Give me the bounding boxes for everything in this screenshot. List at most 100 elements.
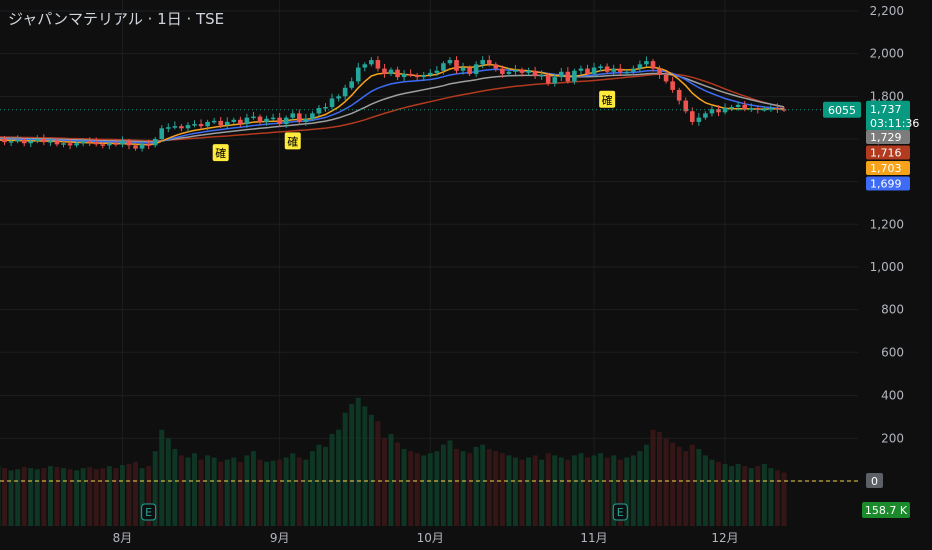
volume-bar — [467, 453, 473, 526]
candle-body — [447, 60, 453, 64]
candle-body — [166, 127, 171, 129]
y-tick-label: 1,200 — [870, 217, 904, 231]
volume-bar — [205, 455, 211, 526]
volume-bar — [578, 453, 584, 526]
candle-body — [696, 117, 702, 122]
volume-bar — [427, 453, 433, 526]
candle-body — [41, 138, 47, 143]
volume-bar — [198, 459, 204, 526]
candle-body — [637, 64, 643, 69]
volume-bar — [100, 468, 106, 526]
candle-body — [264, 118, 269, 122]
candle-body — [742, 104, 747, 110]
volume-bar — [375, 421, 381, 526]
y-tick-label: 2,000 — [870, 47, 904, 61]
countdown-label: 03:11:36 — [870, 117, 919, 130]
volume-bar — [106, 466, 112, 526]
candle-body — [722, 108, 728, 113]
volume-bar — [349, 404, 355, 526]
candle-body — [578, 68, 584, 71]
volume-bar — [414, 453, 420, 526]
volume-bar — [178, 455, 184, 526]
volume-bar — [244, 455, 250, 526]
candle-body — [310, 113, 315, 119]
volume-bar — [526, 457, 532, 526]
candle-body — [670, 81, 675, 90]
price-chart[interactable]: 確確確EE6008001,0001,2001,4001,6001,8002,00… — [0, 0, 932, 550]
candle-body — [729, 106, 734, 109]
volume-bar — [506, 455, 512, 526]
volume-bar — [519, 459, 525, 526]
candle-body — [146, 144, 151, 146]
last-volume-label: 158.7 K — [865, 504, 908, 517]
volume-bar — [493, 451, 499, 526]
candle-body — [375, 60, 381, 69]
volume-bar — [61, 468, 66, 526]
ma-value-label: 1,729 — [870, 131, 902, 144]
volume-bar — [683, 451, 689, 526]
volume-tick-label: 200 — [881, 431, 904, 445]
candle-body — [545, 74, 551, 84]
volume-bar — [571, 455, 577, 526]
volume-bar — [159, 429, 165, 526]
volume-bar — [637, 451, 643, 526]
candle-body — [460, 67, 466, 71]
volume-bar — [657, 431, 663, 526]
candle-body — [244, 117, 250, 125]
volume-bar — [454, 448, 459, 526]
confirm-marker-label: 確 — [602, 93, 613, 107]
volume-bar — [2, 468, 8, 526]
candle-body — [329, 98, 335, 107]
candle-body — [342, 87, 348, 97]
candle-body — [238, 119, 243, 125]
candle-body — [539, 74, 544, 77]
candle-body — [172, 126, 178, 128]
candle-body — [421, 74, 427, 78]
volume-bar — [218, 461, 224, 526]
candle-body — [67, 143, 73, 146]
volume-bar — [722, 463, 728, 526]
volume-bar — [774, 470, 780, 526]
candle-body — [349, 81, 354, 88]
ma-value-label: 1,716 — [870, 147, 902, 160]
candle-body — [198, 124, 204, 127]
candle-body — [159, 128, 165, 139]
candle-body — [48, 141, 53, 143]
candle-body — [120, 141, 125, 145]
volume-bar — [8, 470, 14, 526]
volume-bar — [257, 459, 263, 526]
candle-body — [414, 74, 420, 78]
candle-body — [617, 68, 623, 72]
volume-bar — [716, 461, 721, 526]
volume-bar — [67, 469, 73, 526]
volume-bar — [316, 444, 322, 526]
candle-body — [270, 117, 276, 120]
volume-bar — [113, 468, 119, 526]
candle-body — [676, 89, 682, 101]
candle-body — [107, 143, 112, 146]
confirm-marker-label: 確 — [215, 146, 226, 160]
volume-bar — [663, 438, 669, 526]
volume-bar — [512, 457, 518, 526]
candle-body — [355, 67, 361, 82]
candle-body — [690, 111, 695, 122]
volume-bar — [224, 459, 230, 526]
candle-body — [113, 143, 119, 145]
candle-body — [211, 120, 217, 123]
candle-body — [631, 68, 636, 72]
candle-body — [519, 69, 525, 73]
volume-bar — [34, 469, 40, 526]
candle-body — [133, 145, 138, 149]
volume-bar — [342, 412, 348, 526]
volume-bar — [277, 459, 283, 526]
candle-body — [290, 113, 296, 118]
volume-bar — [709, 459, 715, 526]
candle-body — [480, 60, 485, 65]
volume-bar — [165, 438, 171, 526]
ma-value-label: 1,703 — [870, 162, 902, 175]
volume-bar — [303, 459, 309, 526]
x-tick-label: 11月 — [580, 531, 607, 545]
volume-bar — [54, 467, 60, 526]
candle-body — [585, 68, 590, 74]
y-tick-label: 1,000 — [870, 260, 904, 274]
